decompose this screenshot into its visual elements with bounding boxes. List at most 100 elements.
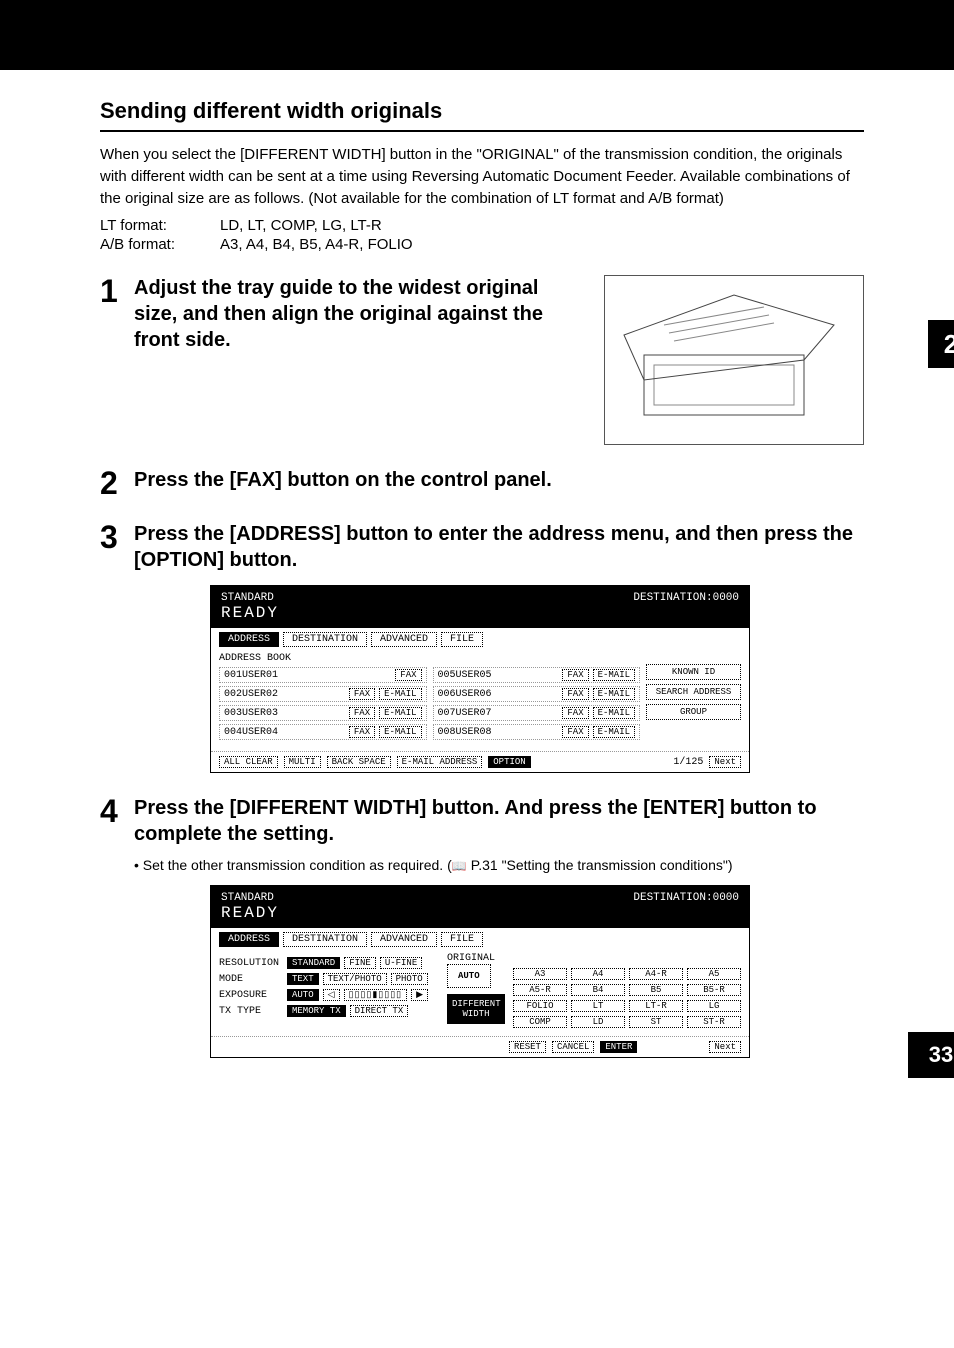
tab-file[interactable]: FILE bbox=[441, 932, 483, 947]
fax-button[interactable]: FAX bbox=[562, 707, 588, 719]
addr-name: 003USER03 bbox=[224, 708, 278, 719]
next-button[interactable]: Next bbox=[709, 756, 741, 768]
fax-button[interactable]: FAX bbox=[349, 688, 375, 700]
step-1-number: 1 bbox=[100, 275, 134, 445]
different-width-button[interactable]: DIFFERENT WIDTH bbox=[447, 994, 505, 1024]
ab-format-row: A/B format: A3, A4, B4, B5, A4-R, FOLIO bbox=[100, 236, 864, 253]
tab-advanced[interactable]: ADVANCED bbox=[371, 632, 437, 647]
step-4-heading: Press the [DIFFERENT WIDTH] button. And … bbox=[134, 795, 864, 847]
mode-textphoto-button[interactable]: TEXT/PHOTO bbox=[323, 973, 387, 985]
size-button[interactable]: LG bbox=[687, 1000, 741, 1012]
step-4: 4 Press the [DIFFERENT WIDTH] button. An… bbox=[100, 795, 864, 873]
backspace-button[interactable]: BACK SPACE bbox=[327, 756, 391, 768]
addr-row[interactable]: 006USER06FAXE-MAIL bbox=[433, 686, 641, 702]
size-button[interactable]: A3 bbox=[513, 968, 567, 980]
addr-row[interactable]: 002USER02FAXE-MAIL bbox=[219, 686, 427, 702]
addr-name: 008USER08 bbox=[438, 727, 492, 738]
size-button[interactable]: LT bbox=[571, 1000, 625, 1012]
lt-format-row: LT format: LD, LT, COMP, LG, LT-R bbox=[100, 217, 864, 234]
email-button[interactable]: E-MAIL bbox=[379, 707, 421, 719]
fax-button[interactable]: FAX bbox=[349, 707, 375, 719]
size-button[interactable]: A5 bbox=[687, 968, 741, 980]
size-button[interactable]: B4 bbox=[571, 984, 625, 996]
exposure-left-icon[interactable]: ◁ bbox=[323, 989, 340, 1001]
exposure-auto-button[interactable]: AUTO bbox=[287, 989, 319, 1001]
exposure-label: EXPOSURE bbox=[219, 990, 283, 1001]
res-ufine-button[interactable]: U-FINE bbox=[380, 957, 422, 969]
multi-button[interactable]: MULTI bbox=[284, 756, 321, 768]
screen2-ready: READY bbox=[221, 904, 279, 922]
size-button[interactable]: COMP bbox=[513, 1016, 567, 1028]
enter-button[interactable]: ENTER bbox=[600, 1041, 637, 1053]
screen2-destination: DESTINATION:0000 bbox=[633, 892, 739, 922]
size-button[interactable]: ST bbox=[629, 1016, 683, 1028]
addr-row[interactable]: 007USER07FAXE-MAIL bbox=[433, 705, 641, 721]
res-fine-button[interactable]: FINE bbox=[344, 957, 376, 969]
tx-memory-button[interactable]: MEMORY TX bbox=[287, 1005, 346, 1017]
fax-button[interactable]: FAX bbox=[562, 669, 588, 681]
addr-row[interactable]: 001USER01FAX bbox=[219, 667, 427, 683]
fax-button[interactable]: FAX bbox=[562, 688, 588, 700]
mode-photo-button[interactable]: PHOTO bbox=[391, 973, 428, 985]
email-button[interactable]: E-MAIL bbox=[593, 707, 635, 719]
lt-format-label: LT format: bbox=[100, 217, 220, 234]
screen1-ready: READY bbox=[221, 604, 279, 622]
option-button[interactable]: OPTION bbox=[488, 756, 530, 768]
fax-button[interactable]: FAX bbox=[562, 726, 588, 738]
tx-direct-button[interactable]: DIRECT TX bbox=[350, 1005, 409, 1017]
size-button[interactable]: ST-R bbox=[687, 1016, 741, 1028]
size-button[interactable]: LT-R bbox=[629, 1000, 683, 1012]
all-clear-button[interactable]: ALL CLEAR bbox=[219, 756, 278, 768]
addr-name: 005USER05 bbox=[438, 670, 492, 681]
size-button[interactable]: A4 bbox=[571, 968, 625, 980]
email-button[interactable]: E-MAIL bbox=[593, 726, 635, 738]
resolution-label: RESOLUTION bbox=[219, 958, 283, 969]
original-auto-button[interactable]: AUTO bbox=[447, 964, 491, 988]
fax-button[interactable]: FAX bbox=[395, 669, 421, 681]
bullet-text: Set the other transmission condition as … bbox=[143, 857, 452, 873]
section-title: Sending different width originals bbox=[100, 98, 864, 132]
res-standard-button[interactable]: STANDARD bbox=[287, 957, 340, 969]
reset-button[interactable]: RESET bbox=[509, 1041, 546, 1053]
size-button[interactable]: LD bbox=[571, 1016, 625, 1028]
cancel-button[interactable]: CANCEL bbox=[552, 1041, 594, 1053]
size-button[interactable]: A4-R bbox=[629, 968, 683, 980]
email-button[interactable]: E-MAIL bbox=[379, 688, 421, 700]
mode-text-button[interactable]: TEXT bbox=[287, 973, 319, 985]
addr-row[interactable]: 005USER05 FAX E-MAIL bbox=[433, 667, 641, 683]
next-button[interactable]: Next bbox=[709, 1041, 741, 1053]
tab-address[interactable]: ADDRESS bbox=[219, 632, 279, 647]
group-button[interactable]: GROUP bbox=[646, 704, 741, 720]
email-button[interactable]: E-MAIL bbox=[593, 688, 635, 700]
tab-advanced[interactable]: ADVANCED bbox=[371, 932, 437, 947]
tab-destination[interactable]: DESTINATION bbox=[283, 632, 367, 647]
bullet-ref: P.31 "Setting the transmission condition… bbox=[471, 857, 733, 873]
step-3-number: 3 bbox=[100, 521, 134, 573]
fax-button[interactable]: FAX bbox=[349, 726, 375, 738]
email-address-button[interactable]: E-MAIL ADDRESS bbox=[397, 756, 483, 768]
step-1-heading: Adjust the tray guide to the widest orig… bbox=[134, 275, 584, 353]
email-button[interactable]: E-MAIL bbox=[593, 669, 635, 681]
size-button[interactable]: B5 bbox=[629, 984, 683, 996]
machine-illustration bbox=[604, 275, 864, 445]
addr-row[interactable]: 008USER08 FAX E-MAIL bbox=[433, 724, 641, 740]
screen2-status: STANDARD bbox=[221, 892, 279, 904]
tab-destination[interactable]: DESTINATION bbox=[283, 932, 367, 947]
step-1: 1 Adjust the tray guide to the widest or… bbox=[100, 275, 864, 445]
printer-icon bbox=[614, 285, 854, 435]
step-4-bullet: • Set the other transmission condition a… bbox=[134, 857, 864, 873]
tab-file[interactable]: FILE bbox=[441, 632, 483, 647]
known-id-button[interactable]: KNOWN ID bbox=[646, 664, 741, 680]
exposure-right-icon[interactable]: ▶ bbox=[411, 989, 428, 1001]
txtype-label: TX TYPE bbox=[219, 1006, 283, 1017]
step-2-number: 2 bbox=[100, 467, 134, 499]
addr-row[interactable]: 003USER03 FAX E-MAIL bbox=[219, 705, 427, 721]
size-button[interactable]: A5-R bbox=[513, 984, 567, 996]
size-button[interactable]: B5-R bbox=[687, 984, 741, 996]
tab-address[interactable]: ADDRESS bbox=[219, 932, 279, 947]
option-screen: STANDARD READY DESTINATION:0000 ADDRESS … bbox=[210, 885, 750, 1058]
size-button[interactable]: FOLIO bbox=[513, 1000, 567, 1012]
addr-row[interactable]: 004USER04FAXE-MAIL bbox=[219, 724, 427, 740]
email-button[interactable]: E-MAIL bbox=[379, 726, 421, 738]
search-address-button[interactable]: SEARCH ADDRESS bbox=[646, 684, 741, 700]
